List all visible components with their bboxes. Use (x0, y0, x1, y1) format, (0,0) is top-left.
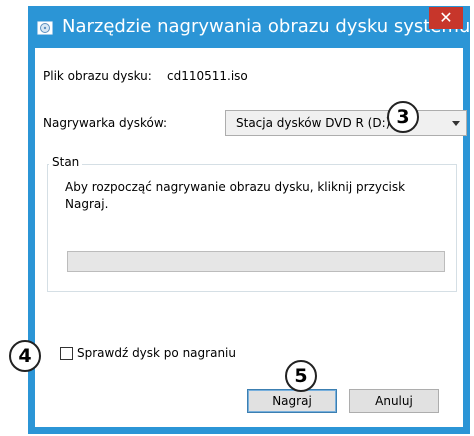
burner-window: Narzędzie nagrywania obrazu dysku system… (28, 6, 474, 434)
title-bar[interactable]: Narzędzie nagrywania obrazu dysku system… (28, 6, 474, 48)
burner-select-value: Stacja dysków DVD R (D:) (236, 116, 391, 130)
image-file-label: Plik obrazu dysku: (43, 69, 152, 83)
close-button[interactable]: ✕ (429, 7, 463, 29)
verify-checkbox[interactable] (60, 347, 73, 360)
status-group-title: Stan (49, 155, 83, 169)
close-icon: ✕ (439, 8, 453, 27)
image-file-value: cd110511.iso (167, 69, 248, 83)
chevron-down-icon (452, 121, 460, 126)
verify-checkbox-label[interactable]: Sprawdź dysk po nagraniu (77, 346, 236, 360)
burn-button[interactable]: Nagraj (247, 389, 337, 413)
burner-select[interactable]: Stacja dysków DVD R (D:) (225, 110, 467, 136)
cancel-button[interactable]: Anuluj (349, 389, 439, 413)
status-message: Aby rozpocząć nagrywanie obrazu dysku, k… (65, 180, 406, 211)
burn-progress-bar (67, 251, 445, 272)
disc-burner-icon (37, 21, 53, 35)
window-title: Narzędzie nagrywania obrazu dysku system… (62, 16, 474, 37)
callout-badge-3: 3 (387, 101, 419, 133)
callout-badge-4: 4 (9, 340, 41, 372)
burner-label: Nagrywarka dysków: (43, 116, 168, 130)
callout-badge-5: 5 (285, 360, 317, 392)
